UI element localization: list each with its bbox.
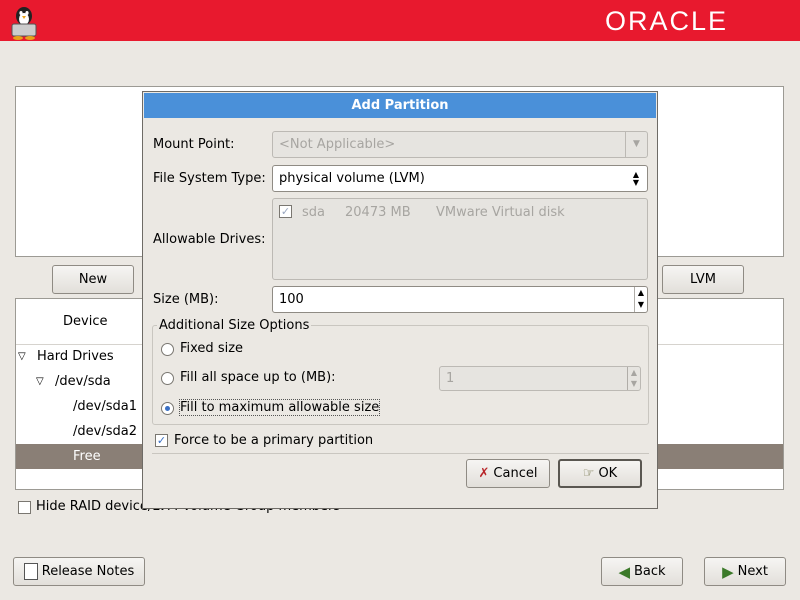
drive-model: VMware Virtual disk <box>436 205 565 220</box>
spin-arrows-icon[interactable]: ▲ ▼ <box>634 287 647 312</box>
allowable-drives-list[interactable]: ✓ sda 20473 MB VMware Virtual disk <box>272 198 648 280</box>
fs-type-value: physical volume (LVM) <box>279 171 425 186</box>
dialog-title: Add Partition <box>144 93 656 118</box>
lvm-button[interactable]: LVM <box>662 265 744 294</box>
spin-arrows-icon[interactable]: ▲ ▼ <box>627 367 640 390</box>
size-spinbox[interactable]: 100 ▲ ▼ <box>272 286 648 313</box>
back-button[interactable]: ◀ Back <box>601 557 683 586</box>
cancel-x-icon: ✗ <box>478 466 490 481</box>
cancel-button[interactable]: ✗ Cancel <box>466 459 550 488</box>
primary-partition-label: Force to be a primary partition <box>174 433 374 448</box>
size-value: 100 <box>279 292 304 307</box>
mount-point-combo[interactable]: <Not Applicable> ▼ <box>272 131 648 158</box>
fill-upto-label: Fill all space up to (MB): <box>180 370 336 385</box>
next-arrow-icon: ▶ <box>722 562 734 581</box>
tux-installer-icon <box>11 7 37 40</box>
oracle-logo: ORACLE <box>604 6 728 36</box>
tree-row-label: Free <box>73 449 101 464</box>
back-arrow-icon: ◀ <box>618 562 630 581</box>
fill-upto-value: 1 <box>446 371 455 386</box>
tree-row-label: /dev/sda <box>55 374 111 389</box>
new-button[interactable]: New <box>52 265 134 294</box>
updown-arrow-icon[interactable]: ▲ ▼ <box>625 166 647 191</box>
fill-max-radio[interactable] <box>161 402 174 415</box>
collapse-triangle-icon[interactable]: ▽ <box>36 369 44 394</box>
drive-size: 20473 MB <box>345 205 411 220</box>
cancel-label: Cancel <box>493 466 538 481</box>
drive-sda-checkbox[interactable]: ✓ <box>279 205 292 218</box>
device-column-label: Device <box>63 314 108 329</box>
next-button[interactable]: ▶ Next <box>704 557 786 586</box>
tree-row-label: /dev/sda1 <box>73 399 137 414</box>
size-options-title: Additional Size Options <box>157 318 312 333</box>
release-notes-label: Release Notes <box>41 564 135 579</box>
dialog-separator <box>152 453 649 454</box>
mount-point-value: <Not Applicable> <box>279 137 396 152</box>
fill-max-label: Fill to maximum allowable size <box>178 399 381 416</box>
add-partition-dialog: Add Partition Mount Point: <Not Applicab… <box>142 91 658 509</box>
drive-name: sda <box>302 205 325 220</box>
fixed-size-label: Fixed size <box>180 341 244 356</box>
ok-hand-icon: ☞ <box>582 466 595 481</box>
back-label: Back <box>633 564 666 579</box>
release-notes-button[interactable]: Release Notes <box>13 557 145 586</box>
next-label: Next <box>737 564 768 579</box>
size-label: Size (MB): <box>153 292 219 307</box>
tree-row-label: /dev/sda2 <box>73 424 137 439</box>
ok-label: OK <box>598 466 618 481</box>
hide-raid-checkbox[interactable] <box>18 501 31 514</box>
mount-point-label: Mount Point: <box>153 137 235 152</box>
lvm-button-label: LVM <box>690 272 716 287</box>
top-banner: ORACLE <box>0 0 800 41</box>
ok-button[interactable]: ☞ OK <box>558 459 642 488</box>
fs-type-select[interactable]: physical volume (LVM) ▲ ▼ <box>272 165 648 192</box>
primary-partition-checkbox[interactable]: ✓ <box>155 434 168 447</box>
fs-type-label: File System Type: <box>153 171 266 186</box>
fixed-size-radio[interactable] <box>161 343 174 356</box>
chevron-down-icon[interactable]: ▼ <box>625 132 647 157</box>
collapse-triangle-icon[interactable]: ▽ <box>18 344 26 369</box>
allowable-drives-label: Allowable Drives: <box>153 232 266 247</box>
fill-upto-radio[interactable] <box>161 372 174 385</box>
fill-upto-spinbox[interactable]: 1 ▲ ▼ <box>439 366 641 391</box>
tree-row-label: Hard Drives <box>37 349 114 364</box>
new-button-label: New <box>78 272 108 287</box>
document-icon <box>23 563 38 580</box>
